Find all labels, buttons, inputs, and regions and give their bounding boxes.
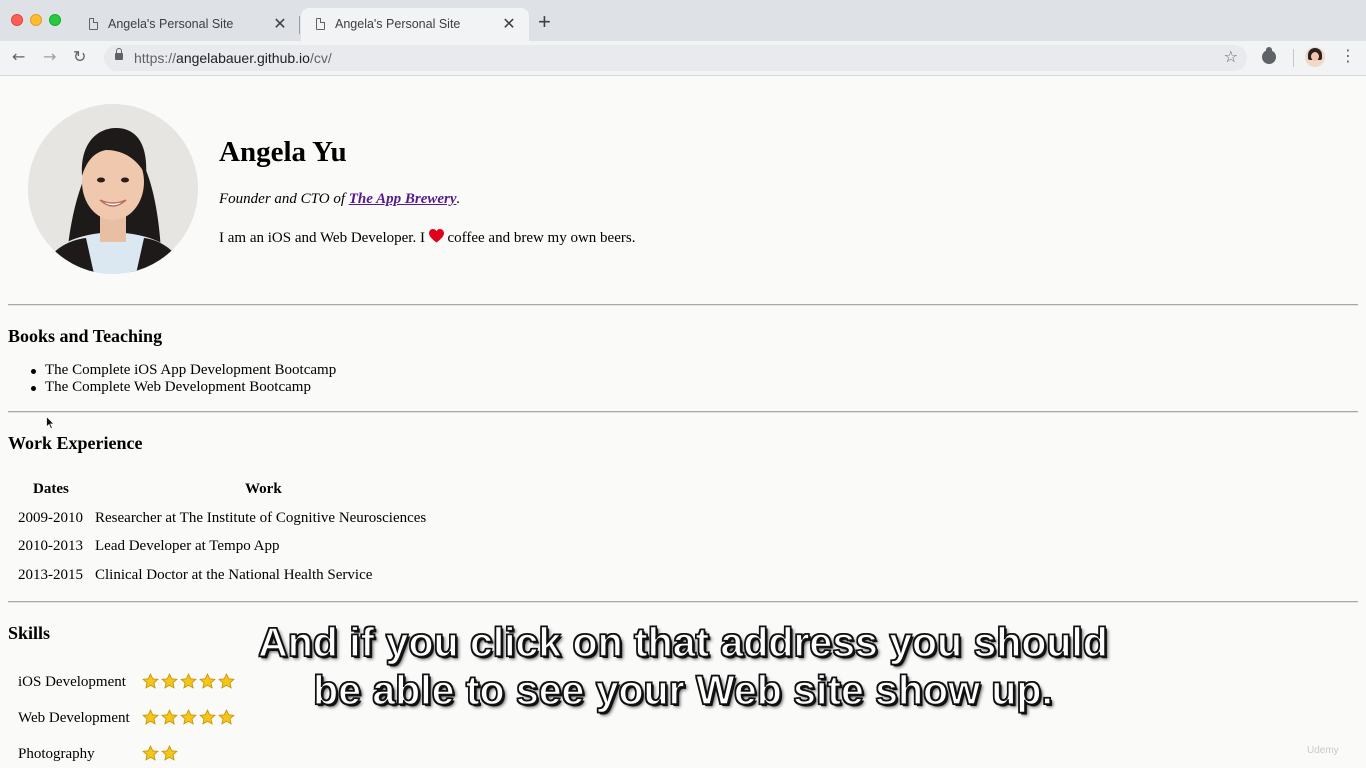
reload-icon[interactable]: ↻ — [73, 47, 86, 67]
video-subtitle: And if you click on that address you sho… — [0, 618, 1366, 714]
skill-name: Photography — [18, 746, 95, 762]
books-list: The Complete iOS App Development Bootcam… — [30, 362, 337, 396]
column-header-work: Work — [245, 481, 282, 497]
tagline-prefix: Founder and CTO of — [219, 191, 349, 207]
list-item: The Complete iOS App Development Bootcam… — [30, 362, 337, 378]
tab-active[interactable]: Angela's Personal Site ✕ — [301, 8, 529, 41]
zoom-window-button[interactable] — [49, 14, 61, 26]
address-bar[interactable]: https://angelabauer.github.io/cv/ ☆ — [104, 45, 1247, 71]
close-tab-icon[interactable]: ✕ — [272, 14, 288, 34]
list-item: The Complete Web Development Bootcamp — [30, 379, 336, 396]
extension-bug-icon[interactable] — [1262, 47, 1276, 64]
column-header-dates: Dates — [33, 481, 69, 497]
star-icon — [161, 745, 178, 761]
tagline-suffix: . — [456, 191, 461, 207]
section-divider — [8, 304, 1358, 306]
tab-divider — [299, 16, 300, 34]
row-dates: 2010-2013 — [18, 538, 83, 554]
row-dates: 2013-2015 — [18, 567, 83, 583]
mouse-cursor-icon — [46, 416, 55, 430]
tab-title: Angela's Personal Site — [335, 17, 461, 31]
close-tab-icon[interactable]: ✕ — [501, 14, 517, 34]
udemy-watermark: Udemy — [1307, 745, 1339, 756]
subtitle-line: And if you click on that address you sho… — [257, 618, 1108, 665]
toolbar-divider — [1293, 49, 1294, 67]
minimize-window-button[interactable] — [30, 14, 42, 26]
section-divider — [8, 411, 1358, 413]
close-window-button[interactable] — [11, 14, 23, 26]
page-icon — [89, 18, 98, 30]
row-work: Lead Developer at Tempo App — [95, 538, 280, 554]
about-text-end: coffee and brew my own beers. — [443, 230, 636, 246]
forward-arrow-icon[interactable]: → — [43, 47, 56, 67]
tagline: Founder and CTO of The App Brewery. — [219, 191, 460, 208]
lock-icon[interactable] — [115, 48, 123, 60]
browser-tab-strip: Angela's Personal Site ✕ Angela's Person… — [0, 0, 1366, 41]
star-rating — [142, 745, 180, 762]
section-divider — [8, 601, 1358, 603]
page-title: Angela Yu — [219, 136, 347, 168]
app-brewery-link[interactable]: The App Brewery — [349, 191, 457, 207]
heart-icon — [428, 229, 444, 248]
row-work: Clinical Doctor at the National Health S… — [95, 567, 373, 583]
about-text: I am an iOS and Web Developer. I coffee … — [219, 229, 635, 248]
profile-photo — [28, 104, 198, 274]
page-icon — [316, 18, 325, 30]
plus-icon[interactable]: + — [538, 10, 551, 34]
tab-inactive[interactable]: Angela's Personal Site ✕ — [74, 8, 300, 41]
url-text[interactable]: https://angelabauer.github.io/cv/ — [134, 50, 332, 66]
browser-toolbar: ← → ↻ https://angelabauer.github.io/cv/ … — [0, 41, 1366, 76]
tab-title: Angela's Personal Site — [108, 17, 234, 31]
row-work: Researcher at The Institute of Cognitive… — [95, 510, 427, 526]
about-text-start: I am an iOS and Web Developer. I — [219, 230, 429, 246]
profile-avatar-icon[interactable] — [1305, 47, 1325, 67]
bookmark-star-icon[interactable]: ☆ — [1224, 47, 1238, 66]
work-heading: Work Experience — [8, 433, 143, 453]
row-dates: 2009-2010 — [18, 510, 83, 526]
subtitle-line: be able to see your Web site show up. — [312, 666, 1053, 713]
books-heading: Books and Teaching — [8, 326, 163, 346]
back-arrow-icon[interactable]: ← — [12, 47, 25, 67]
star-icon — [142, 745, 159, 761]
kebab-menu-icon[interactable]: ⋮ — [1340, 46, 1356, 66]
